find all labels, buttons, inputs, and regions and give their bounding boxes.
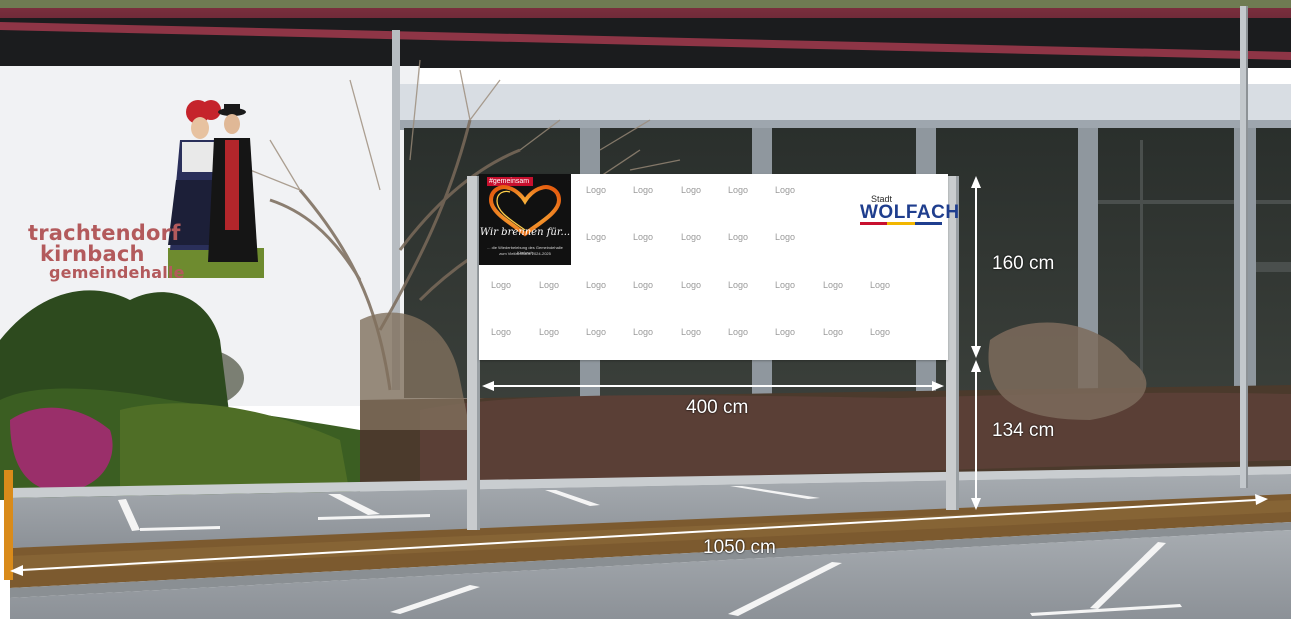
stripe-blue [914,222,942,225]
logo-placeholder: Logo [632,280,654,290]
logo-placeholder: Logo [490,280,512,290]
partner-fine-line-2: zum Vielfachhaus 2024-2025 [499,251,551,256]
logo-placeholder: Logo [585,185,607,195]
logo-placeholder: Logo [727,327,749,337]
logo-placeholder: Logo [680,327,702,337]
logo-placeholder: Logo [490,327,512,337]
logo-placeholder: Logo [585,280,607,290]
wall-sign-line-1: trachtendorf [28,221,181,245]
logo-placeholder: Logo [774,185,796,195]
logo-placeholder: Logo [727,185,749,195]
logo-placeholder: Logo [585,232,607,242]
logo-placeholder: Logo [727,232,749,242]
logo-placeholder: Logo [774,280,796,290]
logo-placeholder: Logo [822,280,844,290]
wall-sign-line-2: kirnbach [40,242,145,266]
logo-placeholder: Logo [822,327,844,337]
stripe-red [860,222,888,225]
logo-placeholder: Logo [585,327,607,337]
logo-placeholder: Logo [680,232,702,242]
logo-placeholder: Logo [538,280,560,290]
logo-placeholder: Logo [727,280,749,290]
logo-placeholder: Logo [869,280,891,290]
logo-placeholder: Logo [538,327,560,337]
total-length-dimension-label: 1050 cm [703,537,776,558]
logo-placeholder: Logo [774,327,796,337]
logo-placeholder: Logo [774,232,796,242]
stripe-yellow [887,222,915,225]
partner-logo-tile: #gemeinsam Wir brennen für... ... die Wi… [479,174,571,265]
height-dimension-label: 160 cm [992,253,1055,274]
post-height-dimension-label: 134 cm [992,420,1055,441]
partner-script-text: Wir brennen für... [479,227,571,238]
logo-placeholder: Logo [680,280,702,290]
logo-placeholder: Logo [869,327,891,337]
width-dimension-label: 400 cm [686,397,749,418]
wall-sign-line-3: gemeindehalle [49,263,185,282]
logo-placeholder: Logo [632,232,654,242]
logo-placeholder: Logo [632,185,654,195]
photo-scene: trachtendorf kirnbach gemeindehalle Logo… [0,0,1291,619]
logo-placeholder: Logo [680,185,702,195]
logo-placeholder: Logo [632,327,654,337]
city-logo-stripe [860,222,942,225]
city-logo: Stadt WOLFACH [860,194,959,225]
city-logo-name: WOLFACH [860,202,960,223]
